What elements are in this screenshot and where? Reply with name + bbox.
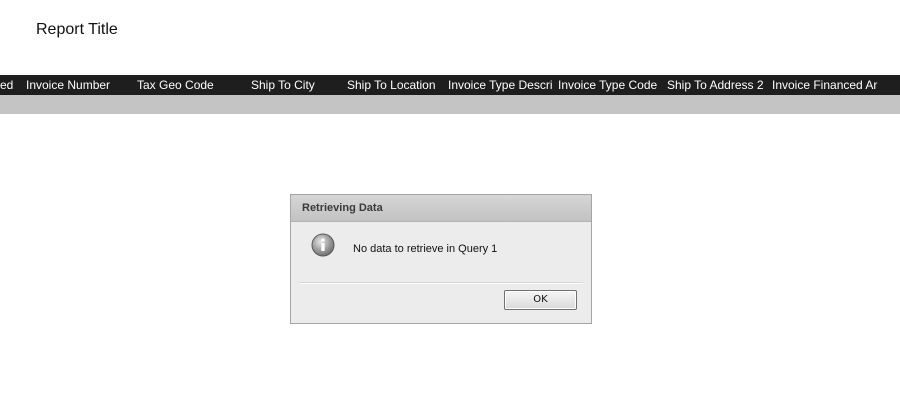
dialog-divider: [299, 282, 583, 284]
dialog-titlebar[interactable]: Retrieving Data: [291, 195, 591, 222]
column-header-invoice-financed-amount[interactable]: Invoice Financed Ar: [772, 75, 882, 95]
column-header-invoice-type-description[interactable]: Invoice Type Descri: [448, 75, 554, 95]
column-header-ship-to-address-2[interactable]: Ship To Address 2: [667, 75, 769, 95]
dialog-message: No data to retrieve in Query 1: [353, 243, 498, 255]
dialog-title: Retrieving Data: [302, 202, 383, 214]
column-header-invoice-number[interactable]: Invoice Number: [26, 75, 130, 95]
column-header-truncated[interactable]: ed: [0, 75, 20, 95]
column-header-invoice-type-code[interactable]: Invoice Type Code: [558, 75, 662, 95]
column-header-bar: ed Invoice Number Tax Geo Code Ship To C…: [0, 75, 900, 95]
column-header-tax-geo-code[interactable]: Tax Geo Code: [137, 75, 243, 95]
ok-button[interactable]: OK: [504, 290, 577, 310]
column-header-ship-to-location[interactable]: Ship To Location: [347, 75, 443, 95]
table-body-band: [0, 95, 900, 114]
column-header-ship-to-city[interactable]: Ship To City: [251, 75, 341, 95]
info-icon: [311, 233, 335, 257]
report-title: Report Title: [36, 21, 118, 38]
retrieving-data-dialog: Retrieving Data No data to retrieve in Q…: [290, 194, 592, 324]
